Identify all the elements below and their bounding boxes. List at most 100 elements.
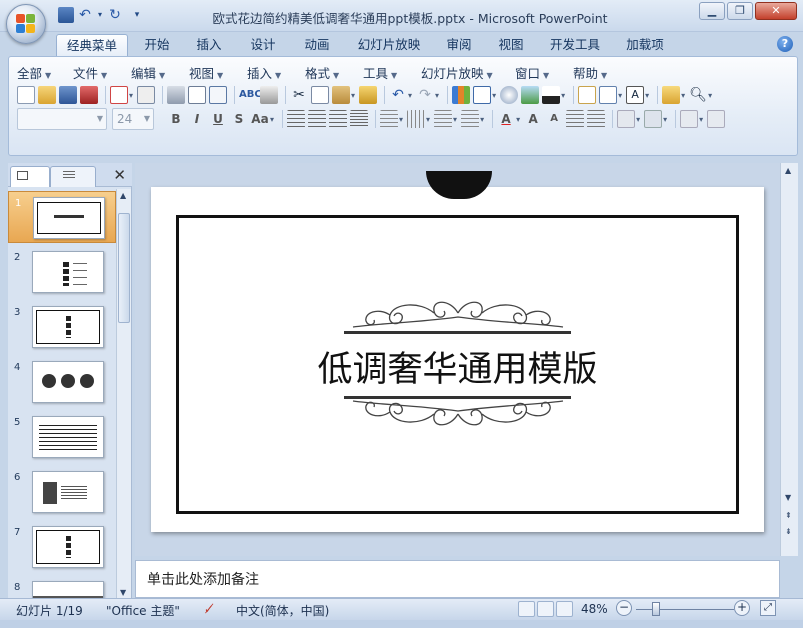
print-icon[interactable] [167,86,186,104]
paste-icon[interactable] [332,86,351,104]
search-icon[interactable]: 🔍︎ [689,86,707,104]
shadow-icon[interactable]: S [230,110,248,128]
next-slide-icon[interactable]: ⇟ [785,527,792,536]
folder-icon[interactable] [662,86,681,104]
close-button[interactable]: ✕ [755,2,797,20]
thumbnails-scrollbar[interactable]: ▲ ▼ [116,189,131,599]
spelling-icon[interactable]: ABC [239,86,262,104]
customize-qat-icon[interactable]: ▾ [132,7,142,23]
new-slide-icon[interactable] [578,86,597,104]
increase-indent-icon[interactable] [587,110,606,128]
slide-scrollbar[interactable]: ▲ ▼ ⇞ ⇟ [780,163,798,556]
bullets-icon[interactable] [461,110,480,128]
notes-pane[interactable]: 单击此处添加备注 [135,560,780,598]
columns-icon[interactable] [407,110,426,128]
italic-icon[interactable]: I [188,110,206,128]
previous-slide-icon[interactable]: ⇞ [785,511,792,520]
print-preview-icon[interactable] [188,86,207,104]
arrange-icon[interactable] [644,110,663,128]
tab-outline[interactable] [50,166,96,187]
tab-slides[interactable] [10,166,50,187]
new-file-icon[interactable] [17,86,35,104]
shapes-icon[interactable] [617,110,636,128]
slide-thumb-2[interactable]: 2 [8,246,116,298]
change-case-icon[interactable]: Aa [251,110,269,128]
save-icon[interactable] [58,7,74,23]
slide-thumb-1[interactable]: 1 [8,191,116,243]
normal-view-button[interactable] [518,601,535,617]
tab-review[interactable]: 审阅 [438,34,480,56]
line-style-icon[interactable] [542,86,561,104]
minimize-button[interactable]: ▁ [699,2,725,20]
slide-thumb-6[interactable]: 6 [8,466,116,518]
tab-view[interactable]: 视图 [490,34,532,56]
tab-classic-menu[interactable]: 经典菜单 [56,34,128,56]
layout-icon[interactable] [599,86,618,104]
scroll-up-icon[interactable]: ▲ [785,166,791,175]
help-icon[interactable]: ? [777,36,793,52]
font-name-field[interactable]: ▼ [17,108,107,130]
close-pane-icon[interactable]: ✕ [113,166,126,184]
fit-to-window-icon[interactable]: ⤢ [760,600,776,616]
zoom-slider[interactable] [636,609,734,610]
restore-button[interactable]: ❐ [727,2,753,20]
underline-icon[interactable]: U [209,110,227,128]
slide-thumb-3[interactable]: 3 [8,301,116,353]
align-right-icon[interactable] [329,110,348,128]
scrollbar-thumb[interactable] [118,213,130,323]
language-status[interactable]: 中文(简体，中国) [236,602,329,619]
menu-tools[interactable]: 工具 ▼ [363,63,421,82]
clip-art-icon[interactable] [500,86,519,104]
tab-animation[interactable]: 动画 [296,34,338,56]
menu-insert[interactable]: 插入 ▼ [247,63,305,82]
scroll-down-icon[interactable]: ▼ [785,493,791,502]
slide-thumb-8[interactable]: 8 [8,576,116,599]
font-color-icon[interactable]: A [497,110,515,128]
grow-font-icon[interactable]: A [524,110,542,128]
scroll-up-icon[interactable]: ▲ [120,191,126,200]
publish-pdf-icon[interactable] [137,86,156,104]
tab-home[interactable]: 开始 [136,34,178,56]
copy-icon[interactable] [311,86,330,104]
menu-file[interactable]: 文件 ▼ [73,63,131,82]
scroll-down-icon[interactable]: ▼ [120,588,126,597]
theme-name[interactable]: "Office 主题" [106,602,180,619]
research-icon[interactable] [260,86,279,104]
menu-edit[interactable]: 编辑 ▼ [131,63,189,82]
slideshow-view-button[interactable] [556,601,573,617]
slide-layout-icon[interactable] [209,86,228,104]
bold-icon[interactable]: B [167,110,185,128]
tab-design[interactable]: 设计 [242,34,284,56]
redo-icon[interactable]: ↷ [416,86,434,104]
zoom-out-icon[interactable]: − [616,600,632,616]
align-left-icon[interactable] [287,110,306,128]
cut-icon[interactable]: ✂ [290,86,308,104]
undo-icon[interactable]: ↶ [389,86,407,104]
undo-dropdown-icon[interactable]: ▾ [96,7,104,23]
spelling-status-icon[interactable]: ✓̸ [204,602,214,616]
save-icon[interactable] [59,86,77,104]
slide-thumb-7[interactable]: 7 [8,521,116,573]
undo-icon[interactable]: ↶ [77,7,93,23]
menu-view[interactable]: 视图 ▼ [189,63,247,82]
zoom-slider-thumb[interactable] [652,602,660,616]
shrink-font-icon[interactable]: A [545,110,563,128]
slide-canvas[interactable]: 低调奢华通用模版 [151,171,764,532]
menu-window[interactable]: 窗口 ▼ [515,63,573,82]
slide-title[interactable]: 低调奢华通用模版 [151,341,764,392]
align-center-icon[interactable] [308,110,327,128]
shape-fill-icon[interactable] [707,110,726,128]
line-spacing-icon[interactable] [380,110,399,128]
tab-addins[interactable]: 加载项 [618,34,672,56]
zoom-in-icon[interactable]: + [734,600,750,616]
numbering-icon[interactable] [434,110,453,128]
zoom-level[interactable]: 48% [581,602,608,616]
tab-developer[interactable]: 开发工具 [542,34,608,56]
decrease-indent-icon[interactable] [566,110,585,128]
office-button[interactable] [6,4,46,44]
insert-chart-icon[interactable] [452,86,471,104]
redo-icon[interactable]: ↻ [107,7,123,23]
menu-all[interactable]: 全部 ▼ [17,63,73,82]
tab-slideshow[interactable]: 幻灯片放映 [350,34,428,56]
slide-thumb-5[interactable]: 5 [8,411,116,463]
